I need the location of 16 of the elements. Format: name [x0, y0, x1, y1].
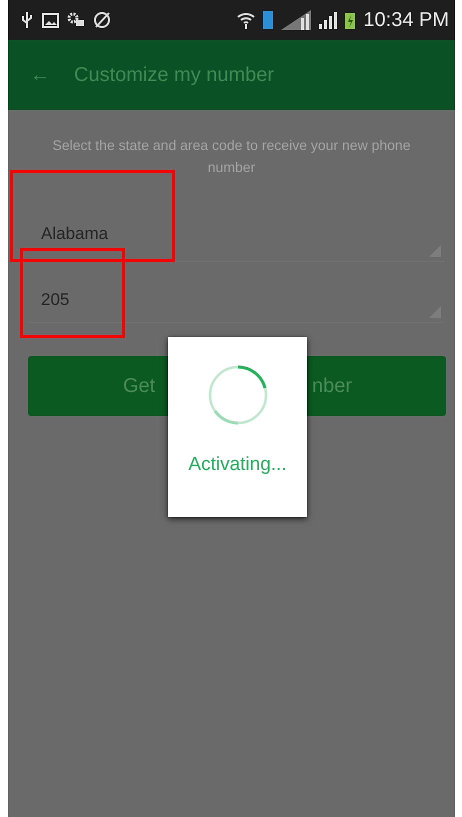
usb-icon	[20, 11, 34, 29]
screen-title: Customize my number	[74, 63, 274, 88]
instruction-text: Select the state and area code to receive your new phone number	[52, 137, 410, 175]
image-icon	[42, 12, 59, 28]
loading-spinner-icon	[206, 364, 268, 426]
no-sim-icon	[93, 11, 111, 29]
signal-icon	[319, 11, 338, 29]
battery-icon	[345, 11, 356, 29]
back-button[interactable]: ←	[30, 60, 50, 90]
signal-icon	[281, 10, 312, 30]
wifi-icon	[237, 11, 256, 29]
dropdown-field[interactable]: Alabama	[28, 196, 445, 262]
dropdown-field[interactable]: 205	[28, 276, 445, 323]
dialog-message: Activating...	[188, 453, 287, 477]
clock-time: 10:34 PM	[363, 8, 449, 33]
sim-icon	[263, 11, 274, 29]
